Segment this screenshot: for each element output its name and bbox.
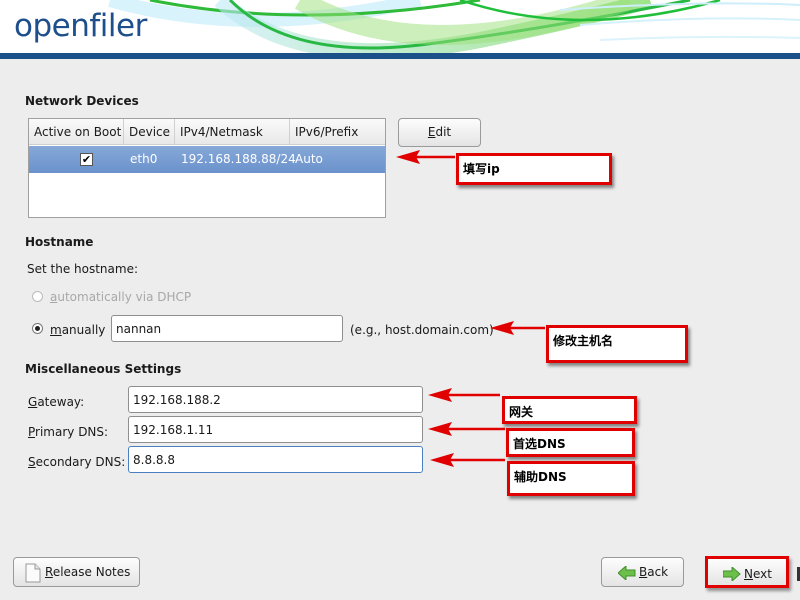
back-arrow-icon [618,566,636,580]
back-button[interactable]: Back [601,557,684,587]
document-icon [25,563,41,583]
next-button[interactable]: Next [705,556,789,588]
annotation-fill-ip: 填写ip [456,153,612,185]
arrow-ip [396,150,455,164]
next-arrow-icon [723,567,741,581]
release-notes-label: elease Notes [52,565,131,579]
annotation-arrows [396,150,545,467]
back-label: ack [647,565,669,579]
next-mnemonic: N [744,567,753,581]
release-notes-button[interactable]: Release Notes [13,557,140,587]
release-notes-mnemonic: R [45,565,53,579]
back-mnemonic: B [639,565,648,579]
arrow-primary-dns [428,422,505,436]
annotation-secondary-dns: 辅助DNS [507,461,635,496]
annotation-primary-dns: 首选DNS [506,428,635,457]
annotation-gateway: 网关 [502,396,637,424]
arrow-gateway [428,388,500,402]
annotation-change-hostname: 修改主机名 [546,325,688,363]
arrow-secondary-dns [430,453,505,467]
arrow-hostname [490,321,545,335]
next-label: ext [752,567,772,581]
